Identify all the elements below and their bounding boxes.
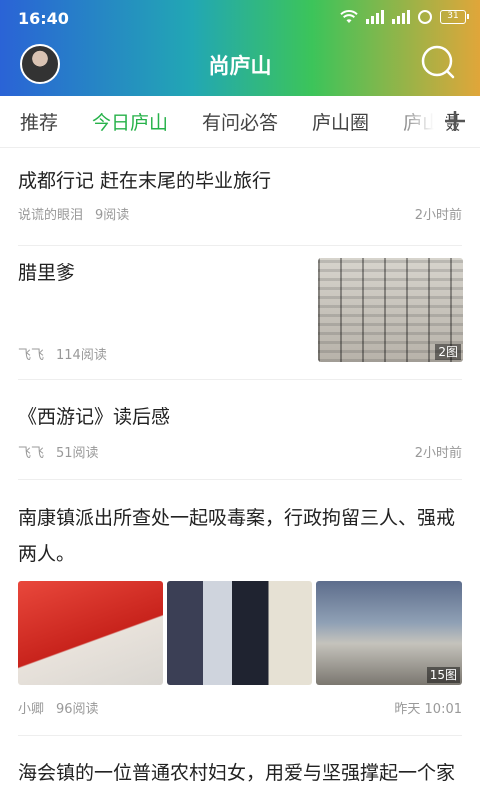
list-item[interactable]: 成都行记 赶在末尾的毕业旅行 说谎的眼泪 9阅读 2小时前 — [18, 164, 462, 246]
search-icon[interactable] — [420, 44, 456, 80]
category-tabs: 推荐 今日庐山 有问必答 庐山圈 庐山摄 — [0, 96, 480, 148]
image-count-badge: 15图 — [426, 667, 460, 683]
tab-today-lushan[interactable]: 今日庐山 — [92, 108, 182, 135]
list-item[interactable]: 海会镇的一位普通农村妇女，用爱与坚强撑起一个家 — [18, 736, 462, 806]
item-title: 《西游记》读后感 — [18, 406, 171, 428]
item-reads: 96阅读 — [56, 702, 99, 717]
item-time: 2小时前 — [414, 446, 462, 461]
app-title: 尚庐山 — [208, 54, 272, 78]
status-bar: 16:40 31 — [0, 0, 480, 36]
item-title: 海会镇的一位普通农村妇女，用爱与坚强撑起一个家 — [18, 762, 456, 784]
item-author: 飞飞 — [18, 446, 45, 461]
item-meta: 飞飞 51阅读 2小时前 — [18, 442, 462, 461]
item-title: 南康镇派出所查处一起吸毒案，行政拘留三人、强戒两人。 — [18, 507, 456, 565]
tabs-fade — [386, 96, 446, 147]
item-meta: 小卿 96阅读 昨天 10:01 — [18, 698, 462, 717]
tab-lushan-circle[interactable]: 庐山圈 — [312, 108, 383, 135]
list-item[interactable]: 腊里爹 飞飞 114阅读 2图 — [18, 246, 463, 380]
tab-qa[interactable]: 有问必答 — [202, 108, 292, 135]
image-count-badge: 2图 — [435, 344, 461, 360]
battery-icon: 31 — [440, 10, 469, 24]
item-thumbnail: 2图 — [318, 258, 463, 362]
item-meta: 飞飞 114阅读 — [18, 344, 107, 363]
plus-icon[interactable] — [442, 108, 468, 134]
item-image — [18, 581, 163, 685]
wifi-icon — [340, 10, 358, 23]
item-reads: 114阅读 — [56, 348, 107, 363]
item-reads: 51阅读 — [56, 446, 99, 461]
app-header: 尚庐山 — [0, 36, 480, 96]
item-time: 2小时前 — [414, 208, 462, 223]
item-title: 成都行记 赶在末尾的毕业旅行 — [18, 170, 272, 192]
signal-icon-2 — [392, 10, 410, 24]
item-image: 15图 — [316, 581, 462, 685]
status-time: 16:40 — [18, 9, 69, 28]
list-item[interactable]: 南康镇派出所查处一起吸毒案，行政拘留三人、强戒两人。 15图 小卿 96阅读 昨… — [18, 480, 462, 736]
item-meta: 说谎的眼泪 9阅读 2小时前 — [18, 204, 462, 223]
status-icons: 31 — [340, 10, 469, 24]
item-image — [167, 581, 312, 685]
item-author: 飞飞 — [18, 348, 45, 363]
item-time: 昨天 10:01 — [394, 702, 462, 717]
tab-recommend[interactable]: 推荐 — [20, 108, 72, 135]
item-author: 小卿 — [18, 702, 45, 717]
item-reads: 9阅读 — [95, 208, 130, 223]
top-bar: 16:40 31 尚庐山 — [0, 0, 480, 96]
sync-icon — [418, 10, 432, 24]
list-item[interactable]: 《西游记》读后感 飞飞 51阅读 2小时前 — [18, 380, 462, 480]
item-author: 说谎的眼泪 — [18, 208, 84, 223]
signal-icon — [366, 10, 384, 24]
